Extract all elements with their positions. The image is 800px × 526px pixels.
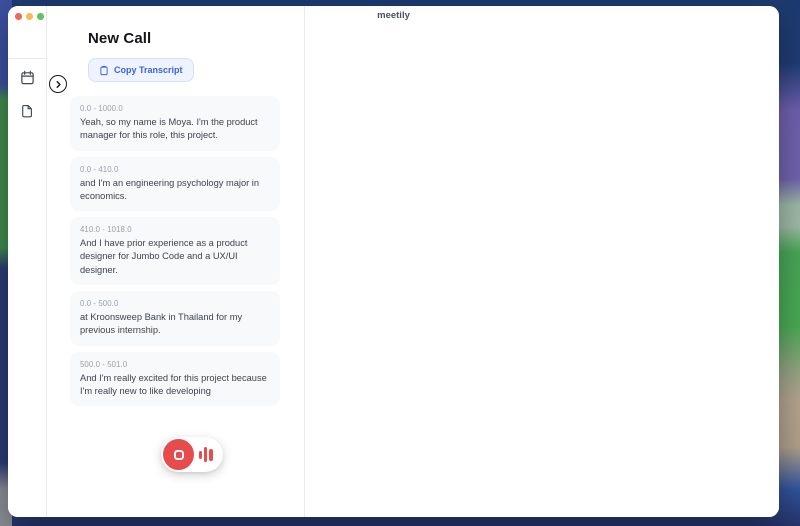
close-button[interactable] bbox=[15, 13, 22, 20]
calendar-icon bbox=[20, 70, 35, 90]
app-window: meetily bbox=[8, 6, 779, 517]
chevron-right-icon bbox=[54, 80, 63, 89]
minimize-button[interactable] bbox=[26, 13, 33, 20]
main-panel bbox=[305, 6, 779, 517]
transcript-segment: 0.0 - 500.0 at Kroonsweep Bank in Thaila… bbox=[70, 291, 280, 346]
transcript-segment: 0.0 - 410.0 and I'm an engineering psych… bbox=[70, 157, 280, 212]
sidebar-item-meetings[interactable] bbox=[19, 72, 35, 88]
segment-timestamp: 0.0 - 1000.0 bbox=[80, 104, 270, 113]
segment-timestamp: 0.0 - 410.0 bbox=[80, 165, 270, 174]
transcript-segment: 500.0 - 501.0 And I'm really excited for… bbox=[70, 352, 280, 407]
segment-timestamp: 500.0 - 501.0 bbox=[80, 360, 270, 369]
recorder-pill bbox=[161, 437, 223, 472]
stop-recording-button[interactable] bbox=[163, 439, 194, 470]
copy-transcript-label: Copy Transcript bbox=[114, 65, 183, 75]
document-icon bbox=[20, 104, 34, 123]
transcript-panel: New Call Copy Transcript 0.0 - 1000.0 Ye… bbox=[47, 6, 305, 517]
window-body: New Call Copy Transcript 0.0 - 1000.0 Ye… bbox=[8, 6, 779, 517]
clipboard-icon bbox=[99, 65, 109, 76]
transcript-list: 0.0 - 1000.0 Yeah, so my name is Moya. I… bbox=[47, 96, 304, 406]
audio-bar bbox=[199, 451, 202, 459]
audio-bar bbox=[209, 449, 212, 461]
sidebar-item-notes[interactable] bbox=[19, 105, 35, 121]
segment-text: And I'm really excited for this project … bbox=[80, 372, 270, 399]
stop-icon bbox=[174, 450, 184, 460]
sidebar bbox=[8, 6, 47, 517]
desktop: { "window": { "title": "meetily", "traff… bbox=[0, 0, 800, 526]
transcript-segment: 0.0 - 1000.0 Yeah, so my name is Moya. I… bbox=[70, 96, 280, 151]
audio-levels-icon bbox=[199, 447, 213, 462]
copy-transcript-button[interactable]: Copy Transcript bbox=[88, 58, 194, 82]
transcript-segment: 410.0 - 1018.0 And I have prior experien… bbox=[70, 217, 280, 285]
segment-text: at Kroonsweep Bank in Thailand for my pr… bbox=[80, 311, 270, 338]
audio-bar bbox=[204, 447, 207, 462]
segment-text: Yeah, so my name is Moya. I'm the produc… bbox=[80, 116, 270, 143]
segment-text: And I have prior experience as a product… bbox=[80, 237, 270, 277]
sidebar-nav bbox=[8, 59, 46, 121]
segment-text: and I'm an engineering psychology major … bbox=[80, 177, 270, 204]
window-controls bbox=[15, 13, 44, 20]
sidebar-collapse-toggle[interactable] bbox=[49, 75, 67, 93]
segment-timestamp: 0.0 - 500.0 bbox=[80, 299, 270, 308]
page-title: New Call bbox=[88, 30, 304, 47]
segment-timestamp: 410.0 - 1018.0 bbox=[80, 225, 270, 234]
zoom-button[interactable] bbox=[37, 13, 44, 20]
